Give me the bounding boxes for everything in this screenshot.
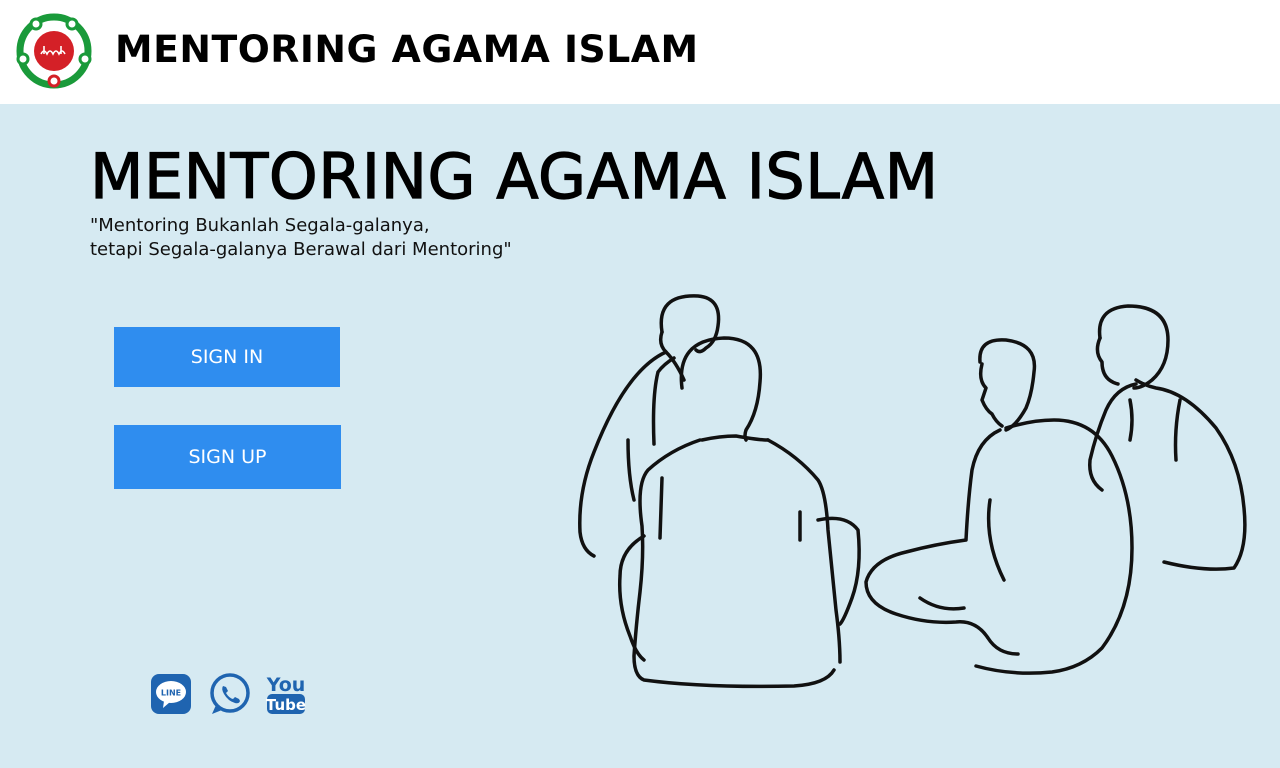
tagline: "Mentoring Bukanlah Segala-galanya, teta…: [90, 214, 512, 262]
youtube-icon[interactable]: You Tube: [266, 672, 306, 716]
tagline-line-1: "Mentoring Bukanlah Segala-galanya,: [90, 215, 430, 236]
line-icon[interactable]: LINE: [150, 672, 192, 716]
tagline-line-2: tetapi Segala-galanya Berawal dari Mento…: [90, 239, 512, 260]
sign-in-button[interactable]: SIGN IN: [114, 327, 340, 387]
sign-up-button[interactable]: SIGN UP: [114, 425, 341, 489]
app-title: MENTORING AGAMA ISLAM: [115, 28, 699, 71]
mentoring-group-illustration: [578, 294, 1247, 689]
line-icon-label: LINE: [161, 689, 181, 698]
top-header: MENTORING AGAMA ISLAM: [0, 0, 1280, 104]
youtube-icon-top: You: [266, 674, 305, 696]
youtube-icon-bottom: Tube: [266, 696, 306, 714]
whatsapp-icon[interactable]: [208, 672, 252, 716]
islam-circle-logo-icon[interactable]: [14, 11, 94, 91]
landing-main: MENTORING AGAMA ISLAM "Mentoring Bukanla…: [0, 104, 1280, 768]
hero-title: MENTORING AGAMA ISLAM: [89, 139, 939, 213]
